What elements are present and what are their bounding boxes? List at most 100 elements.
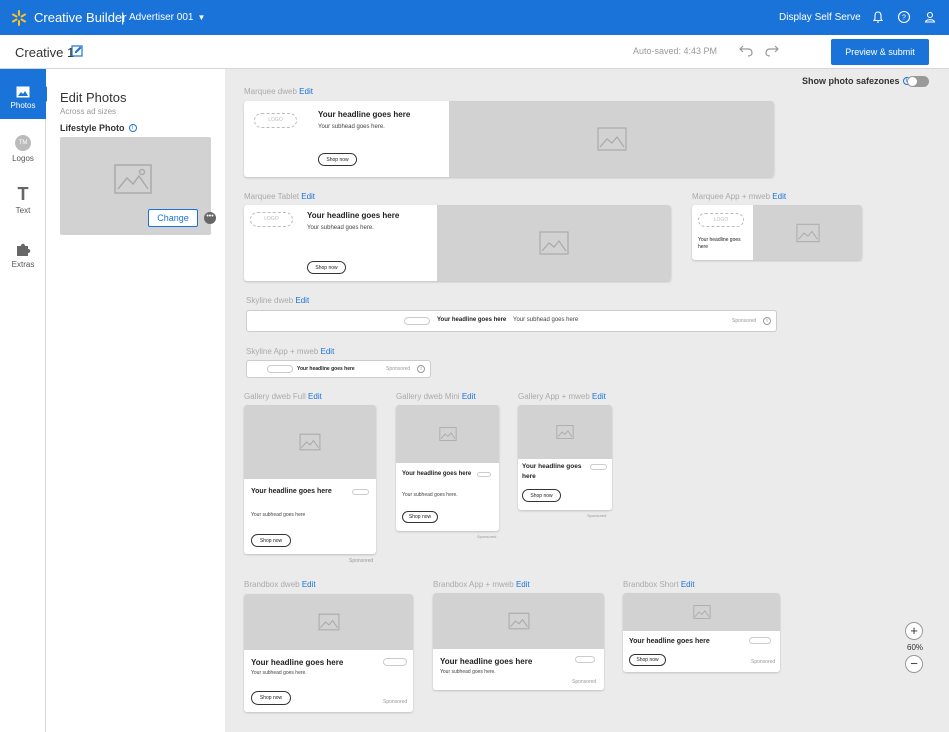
section-name: Brandbox Short — [623, 580, 679, 589]
headline: Your headline goes here — [437, 317, 507, 323]
image-placeholder-icon — [539, 231, 569, 255]
rail-item-text[interactable]: T Text — [0, 185, 46, 235]
lifestyle-photo-text: Lifestyle Photo — [60, 123, 125, 133]
edit-link[interactable]: Edit — [299, 87, 313, 96]
brandbox-image — [433, 593, 604, 649]
sponsored-label: Sponsored — [751, 659, 776, 665]
subhead: Your subhead goes here. — [318, 124, 385, 130]
shop-now-button[interactable]: Shop now — [307, 261, 346, 274]
subhead: Your subhead goes here. — [307, 225, 374, 231]
image-placeholder-icon — [556, 425, 574, 439]
shop-now-button[interactable]: Shop now — [251, 691, 291, 705]
more-options-button[interactable]: ••• — [204, 212, 216, 224]
brandbox-dweb-card[interactable]: Your headline goes here Your subhead goe… — [244, 594, 413, 712]
brandbox-short-card[interactable]: Your headline goes here Shop now Sponsor… — [623, 593, 780, 672]
skyline-app-card[interactable]: Your headline goes here Sponsored i — [246, 360, 431, 378]
sponsored-label: Sponsored — [349, 558, 374, 564]
info-icon[interactable]: i — [128, 124, 137, 132]
logo-placeholder — [267, 365, 293, 373]
marquee-dweb-card[interactable]: LOGO Your headline goes here Your subhea… — [244, 101, 774, 177]
edit-link[interactable]: Edit — [295, 296, 309, 305]
zoom-out-button[interactable]: − — [905, 655, 923, 673]
safezone-toggle[interactable] — [907, 76, 929, 87]
headline: Your headline goes here — [522, 463, 582, 480]
image-placeholder-icon — [596, 127, 627, 151]
user-icon[interactable] — [922, 9, 938, 25]
edit-link[interactable]: Edit — [462, 392, 476, 401]
sponsored-label: Sponsored — [572, 679, 597, 685]
shop-now-button[interactable]: Shop now — [629, 654, 666, 666]
app-title: Creative Builder — [34, 10, 127, 25]
edit-link[interactable]: Edit — [308, 392, 322, 401]
section-label-marquee-tablet: Marquee Tablet Edit — [244, 192, 315, 201]
gallery-full-card[interactable]: Your headline goes here Your subhead goe… — [244, 405, 376, 554]
brandbox-app-card[interactable]: Your headline goes here Your subhead goe… — [433, 593, 604, 690]
undo-icon[interactable] — [738, 43, 754, 57]
subhead: Your subhead goes here. — [440, 669, 496, 675]
logo-placeholder: LOGO — [254, 113, 297, 128]
image-placeholder-icon — [795, 223, 820, 242]
sponsored-label: Sponsored — [383, 699, 408, 705]
section-name: Gallery App + mweb — [518, 392, 590, 401]
section-label-marquee-dweb: Marquee dweb Edit — [244, 87, 313, 96]
preview-submit-button[interactable]: Preview & submit — [831, 39, 929, 65]
edit-link[interactable]: Edit — [301, 192, 315, 201]
redo-icon[interactable] — [764, 43, 780, 57]
rail-label-extras: Extras — [11, 260, 35, 269]
gallery-image — [396, 405, 499, 463]
change-photo-button[interactable]: Change — [148, 209, 198, 227]
rail-item-extras[interactable]: Extras — [0, 239, 46, 289]
sponsored-label: Sponsored — [477, 534, 497, 539]
edit-link[interactable]: Edit — [321, 347, 335, 356]
marquee-app-card[interactable]: LOGO Your headline goes here — [692, 205, 862, 260]
section-name: Marquee Tablet — [244, 192, 299, 201]
shop-now-button[interactable]: Shop now — [402, 511, 438, 523]
bell-icon[interactable] — [870, 9, 886, 25]
image-placeholder-icon — [114, 164, 152, 194]
advertiser-dropdown[interactable]: Advertiser 001 ▼ — [129, 12, 205, 23]
section-name: Marquee dweb — [244, 87, 297, 96]
subhead: Your subhead goes here — [251, 512, 306, 518]
logo-placeholder — [575, 656, 595, 663]
logo-placeholder: LOGO — [250, 212, 293, 227]
section-name: Brandbox dweb — [244, 580, 300, 589]
edit-link[interactable]: Edit — [681, 580, 695, 589]
help-icon[interactable]: ? — [896, 9, 912, 25]
shop-now-button[interactable]: Shop now — [251, 534, 291, 547]
section-name: Skyline App + mweb — [246, 347, 319, 356]
headline: Your headline goes here — [698, 237, 741, 250]
subhead: Your subhead goes here. — [402, 492, 458, 498]
marquee-tablet-card[interactable]: LOGO Your headline goes here Your subhea… — [244, 205, 671, 281]
shop-now-button[interactable]: Shop now — [522, 489, 561, 502]
zoom-in-button[interactable]: + — [905, 622, 923, 640]
photo-icon — [16, 86, 30, 98]
gallery-app-card[interactable]: Your headline goes here Shop now — [518, 405, 612, 510]
shop-now-button[interactable]: Shop now — [318, 153, 357, 166]
creative-name: Creative 1 — [15, 45, 75, 60]
section-label-marquee-app: Marquee App + mweb Edit — [692, 192, 786, 201]
rail-item-photos[interactable]: Photos — [0, 69, 46, 119]
headline: Your headline goes here — [251, 658, 344, 667]
marquee-image — [449, 101, 774, 177]
image-placeholder-icon — [508, 612, 529, 630]
skyline-dweb-card[interactable]: Your headline goes here Your subhead goe… — [246, 310, 777, 332]
edit-link[interactable]: Edit — [302, 580, 316, 589]
display-self-serve-link[interactable]: Display Self Serve — [779, 12, 861, 23]
creative-header-bar: Creative 1 Auto-saved: 4:43 PM Preview &… — [0, 35, 949, 69]
logo-placeholder — [590, 464, 607, 470]
panel-title: Edit Photos — [60, 90, 127, 105]
gallery-mini-card[interactable]: Your headline goes here Your subhead goe… — [396, 405, 499, 531]
info-icon: i — [417, 365, 425, 373]
section-label-skyline-app: Skyline App + mweb Edit — [246, 347, 334, 356]
logo-placeholder — [352, 489, 369, 495]
headline: Your headline goes here — [307, 211, 400, 220]
edit-link[interactable]: Edit — [516, 580, 530, 589]
spark-logo-icon — [12, 10, 26, 26]
marquee-image — [437, 205, 671, 281]
rail-item-logos[interactable]: TM Logos — [0, 131, 46, 181]
section-label-gallery-app: Gallery App + mweb Edit — [518, 392, 606, 401]
edit-link[interactable]: Edit — [772, 192, 786, 201]
sponsored-label: Sponsored — [732, 318, 757, 324]
edit-link[interactable]: Edit — [592, 392, 606, 401]
edit-name-icon[interactable] — [71, 44, 83, 58]
